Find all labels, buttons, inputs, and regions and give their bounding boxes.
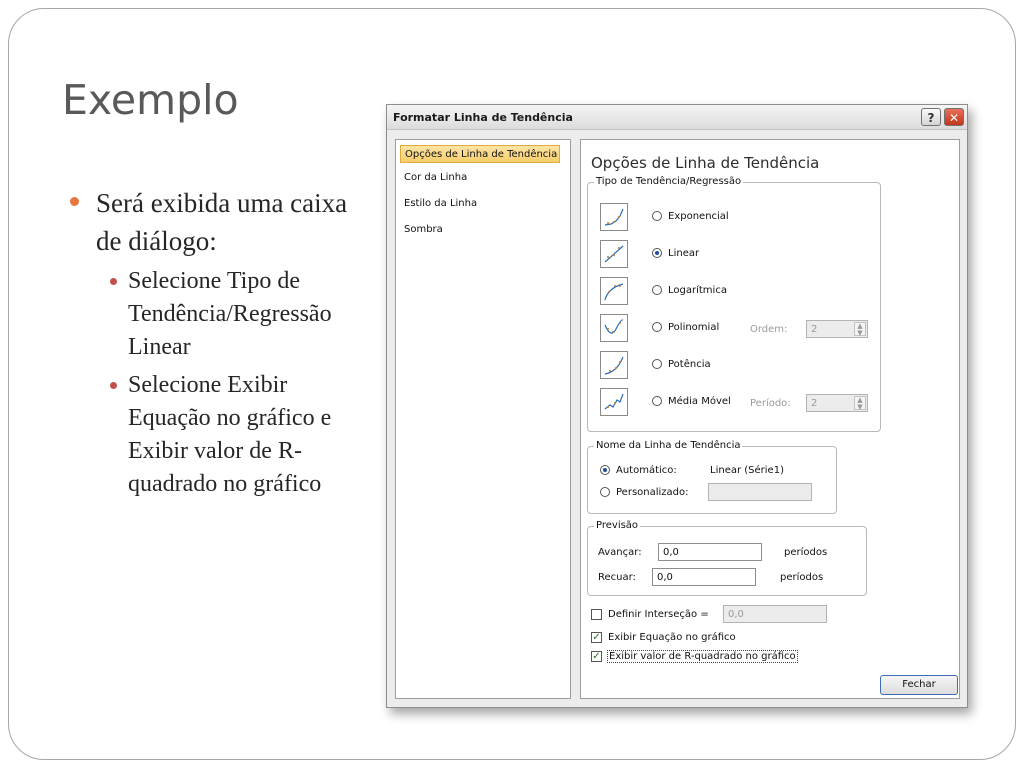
custom-name-label: Personalizado: xyxy=(616,487,689,498)
show-equation-label: Exibir Equação no gráfico xyxy=(608,632,736,643)
dialog-title: Formatar Linha de Tendência xyxy=(393,111,573,124)
polynomial-label: Polinomial xyxy=(668,322,720,333)
bullet-dot-icon xyxy=(110,278,117,285)
bullet-dot-icon xyxy=(70,197,79,206)
nav-item-line-color[interactable]: Cor da Linha xyxy=(400,169,564,187)
trendline-name-group: Nome da Linha de Tendência Automático: L… xyxy=(587,440,837,514)
forward-periods-unit: períodos xyxy=(784,547,828,558)
help-button[interactable]: ? xyxy=(921,108,941,126)
set-intercept-label: Definir Interseção = xyxy=(608,609,709,620)
linear-label: Linear xyxy=(668,248,700,259)
moving-average-trend-icon xyxy=(600,388,628,416)
power-trend-icon xyxy=(600,351,628,379)
show-r-squared-checkbox[interactable]: ✓ xyxy=(591,651,602,662)
polynomial-radio[interactable] xyxy=(652,322,662,332)
power-label: Potência xyxy=(668,359,711,370)
custom-name-radio[interactable] xyxy=(600,487,610,497)
period-stepper[interactable]: 2 ▲ ▼ xyxy=(806,394,868,412)
backward-label: Recuar: xyxy=(598,572,636,583)
bullet-dot-icon xyxy=(110,382,117,389)
forward-periods-input[interactable]: 0,0 xyxy=(658,543,762,561)
polynomial-trend-icon xyxy=(600,314,628,342)
logarithmic-label: Logarítmica xyxy=(668,285,727,296)
forward-label: Avançar: xyxy=(598,547,642,558)
linear-trend-icon xyxy=(600,240,628,268)
order-stepper[interactable]: 2 ▲ ▼ xyxy=(806,320,868,338)
trendline-name-group-label: Nome da Linha de Tendência xyxy=(594,440,743,451)
moving-average-label: Média Móvel xyxy=(668,396,731,407)
forecast-group: Previsão Avançar: 0,0 períodos Recuar: 0… xyxy=(587,520,867,596)
power-radio[interactable] xyxy=(652,359,662,369)
dialog-titlebar[interactable]: Formatar Linha de Tendência ? ✕ xyxy=(387,105,967,130)
set-intercept-checkbox[interactable] xyxy=(591,609,602,620)
sub-bullet-item: Selecione Tipo de Tendência/Regressão Li… xyxy=(70,265,360,364)
exponential-trend-icon xyxy=(600,203,628,231)
slide-title: Exemplo xyxy=(62,76,239,124)
close-button[interactable]: ✕ xyxy=(944,108,964,126)
logarithmic-radio[interactable] xyxy=(652,285,662,295)
sub-bullet-item: Selecione Exibir Equação no gráfico e Ex… xyxy=(70,369,360,501)
show-equation-checkbox[interactable]: ✓ xyxy=(591,632,602,643)
nav-item-shadow[interactable]: Sombra xyxy=(400,221,564,239)
forecast-group-label: Previsão xyxy=(594,520,641,531)
panel-title: Opções de Linha de Tendência xyxy=(591,154,820,172)
backward-periods-unit: períodos xyxy=(780,572,824,583)
intercept-input[interactable]: 0,0 xyxy=(723,605,827,623)
trend-type-group-label: Tipo de Tendência/Regressão xyxy=(594,176,744,187)
nav-item-trendline-options[interactable]: Opções de Linha de Tendência xyxy=(400,145,560,163)
show-r-squared-label: Exibir valor de R-quadrado no gráfico xyxy=(607,650,798,663)
period-label: Período: xyxy=(750,398,791,409)
fechar-button[interactable]: Fechar xyxy=(880,675,958,695)
automatic-name-value: Linear (Série1) xyxy=(710,465,784,476)
trend-type-group: Tipo de Tendência/Regressão Exponencial … xyxy=(587,176,881,432)
moving-average-radio[interactable] xyxy=(652,396,662,406)
format-trendline-dialog: Formatar Linha de Tendência ? ✕ Opções d… xyxy=(386,104,968,708)
linear-radio[interactable] xyxy=(652,248,662,258)
bullet-item: Será exibida uma caixa de diálogo: xyxy=(70,184,360,260)
order-label: Ordem: xyxy=(750,324,788,335)
exponential-radio[interactable] xyxy=(652,211,662,221)
logarithmic-trend-icon xyxy=(600,277,628,305)
options-panel: Opções de Linha de Tendência Tipo de Ten… xyxy=(580,139,960,699)
spin-arrows-icon[interactable]: ▲ ▼ xyxy=(854,322,866,337)
automatic-name-label: Automático: xyxy=(616,465,677,476)
backward-periods-input[interactable]: 0,0 xyxy=(652,568,756,586)
nav-item-line-style[interactable]: Estilo da Linha xyxy=(400,195,564,213)
spin-arrows-icon[interactable]: ▲ ▼ xyxy=(854,396,866,411)
exponential-label: Exponencial xyxy=(668,211,729,222)
automatic-name-radio[interactable] xyxy=(600,465,610,475)
dialog-nav: Opções de Linha de Tendência Cor da Linh… xyxy=(395,139,571,699)
bullet-list: Será exibida uma caixa de diálogo: Selec… xyxy=(70,184,360,501)
custom-name-input[interactable] xyxy=(708,483,812,501)
